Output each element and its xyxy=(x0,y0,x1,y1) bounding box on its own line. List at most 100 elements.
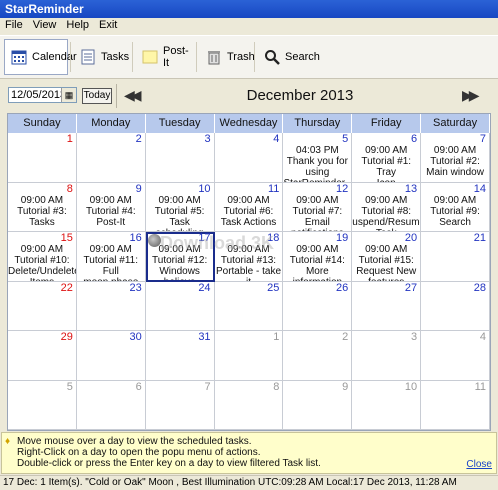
calendar-button[interactable]: Calendar xyxy=(4,39,77,75)
prev-month-icon[interactable]: ◀◀ xyxy=(124,87,141,104)
day-number: 8 xyxy=(66,182,73,195)
task-text: 09:00 AM Tutorial #1: Tray Icon xyxy=(361,145,412,182)
day-cell[interactable]: 8 xyxy=(214,380,284,430)
day-cell[interactable]: 1909:00 AM Tutorial #14: More informatio… xyxy=(283,232,353,282)
day-number: 6 xyxy=(135,380,142,393)
day-cell[interactable]: 26 xyxy=(283,281,353,331)
day-number: 6 xyxy=(411,133,418,145)
menu-exit[interactable]: Exit xyxy=(94,18,122,31)
day-number: 14 xyxy=(473,182,486,195)
day-cell[interactable]: 21 xyxy=(421,232,490,282)
day-header-friday: Friday xyxy=(352,114,422,133)
task-text xyxy=(215,331,283,343)
menu-help[interactable]: Help xyxy=(61,18,94,31)
day-cell[interactable]: 31 xyxy=(145,331,215,381)
tasks-button[interactable]: Tasks xyxy=(74,39,130,75)
next-month-icon[interactable]: ▶▶ xyxy=(462,87,479,104)
day-cell[interactable]: 9 09:00 AM Tutorial #4: Post-It xyxy=(76,182,146,232)
tasks-icon xyxy=(80,49,96,65)
day-cell[interactable]: 1009:00 AM Tutorial #5: Task scheduling xyxy=(145,182,215,232)
day-number: 1 xyxy=(273,331,280,343)
day-cell[interactable]: 30 xyxy=(76,331,146,381)
day-cell[interactable]: 1 xyxy=(214,331,284,381)
day-cell[interactable]: 7 xyxy=(145,380,215,430)
day-cell[interactable]: 1709:00 AM Tutorial #12: Windows believe xyxy=(145,232,215,282)
title-bar: StarReminder xyxy=(0,0,498,18)
trash-label: Trash xyxy=(227,51,255,63)
day-cell[interactable]: 15 09:00 AM Tutorial #10: Delete/Undelete… xyxy=(8,232,77,282)
menu-file[interactable]: File xyxy=(0,18,28,31)
day-cell[interactable]: 8 09:00 AM Tutorial #3: Tasks xyxy=(8,182,77,232)
day-number: 7 xyxy=(204,380,211,393)
month-grid: 1234504:03 PM Thank you for using StarRe… xyxy=(8,133,490,430)
status-bar: 17 Dec: 1 Item(s). "Cold or Oak" Moon , … xyxy=(0,475,498,490)
day-cell[interactable]: 11 xyxy=(421,380,490,430)
day-number: 4 xyxy=(273,133,280,145)
day-cell[interactable]: 504:03 PM Thank you for using StarRemind… xyxy=(283,133,353,183)
day-header-saturday: Saturday xyxy=(421,114,490,133)
day-cell[interactable]: 1309:00 AM Tutorial #8: uspend/Resume Ta… xyxy=(352,182,422,232)
day-cell[interactable]: 1609:00 AM Tutorial #11: Full moon phase… xyxy=(76,232,146,282)
day-cell[interactable]: 2 xyxy=(76,133,146,183)
day-cell[interactable]: 7 09:00 AM Tutorial #2: Main window xyxy=(421,133,490,183)
day-header-thursday: Thursday xyxy=(283,114,353,133)
day-number: 25 xyxy=(267,281,280,294)
day-cell[interactable]: 1 xyxy=(8,133,77,183)
day-cell[interactable]: 4 xyxy=(421,331,490,381)
day-number: 10 xyxy=(198,182,211,195)
day-cell[interactable]: 11 09:00 AM Tutorial #6: Task Actions xyxy=(214,182,284,232)
day-number: 5 xyxy=(342,133,349,145)
day-cell[interactable]: 10 xyxy=(352,380,422,430)
today-button[interactable]: Today xyxy=(82,88,112,104)
day-cell[interactable]: 24 xyxy=(145,281,215,331)
day-header-monday: Monday xyxy=(77,114,146,133)
day-number: 7 xyxy=(479,133,486,145)
day-cell[interactable]: 609:00 AM Tutorial #1: Tray Icon xyxy=(352,133,422,183)
day-cell[interactable]: 23 xyxy=(76,281,146,331)
day-number: 18 xyxy=(267,232,280,244)
day-number: 31 xyxy=(198,331,211,343)
day-cell[interactable]: 25 xyxy=(214,281,284,331)
day-cell[interactable]: 14 09:00 AM Tutorial #9: Search xyxy=(421,182,490,232)
day-cell[interactable]: 3 xyxy=(352,331,422,381)
date-value: 12/05/2013 xyxy=(11,89,67,101)
postit-button[interactable]: Post-It xyxy=(136,39,194,75)
day-cell[interactable]: 5 xyxy=(8,380,77,430)
day-cell[interactable]: 6 xyxy=(76,380,146,430)
day-number: 13 xyxy=(404,182,418,195)
day-cell[interactable]: 1209:00 AM Tutorial #7: Email notificati… xyxy=(283,182,353,232)
date-input[interactable]: 12/05/2013 ▦ xyxy=(8,87,77,103)
nav-bar: 12/05/2013 ▦ Today ◀◀ December 2013 ▶▶ xyxy=(0,80,498,112)
trash-button[interactable]: Trash xyxy=(200,39,255,75)
day-header-wednesday: Wednesday xyxy=(215,114,284,133)
day-number: 17 xyxy=(198,232,211,244)
task-text: 09:00 AM Tutorial #3: Tasks xyxy=(17,194,67,228)
day-number: 22 xyxy=(60,281,73,294)
task-text xyxy=(146,381,214,393)
close-tip-link[interactable]: Close xyxy=(466,459,492,470)
tip-text: Move mouse over a day to view the schedu… xyxy=(17,436,321,469)
day-cell[interactable]: 27 xyxy=(352,281,422,331)
window-title: StarReminder xyxy=(5,2,84,16)
day-number: 3 xyxy=(411,331,418,343)
task-text xyxy=(215,381,283,393)
day-number: 20 xyxy=(404,232,418,244)
date-picker-icon[interactable]: ▦ xyxy=(61,88,76,102)
day-number: 9 xyxy=(342,380,349,393)
search-button[interactable]: Search xyxy=(258,39,320,75)
day-number: 4 xyxy=(479,331,486,343)
day-cell[interactable]: 2 xyxy=(283,331,353,381)
task-text xyxy=(352,331,420,343)
task-text: 04:03 PM Thank you for using StarReminde… xyxy=(283,145,351,182)
day-cell[interactable]: 28 xyxy=(421,281,490,331)
day-cell[interactable]: 22 xyxy=(8,281,77,331)
day-cell[interactable]: 2009:00 AM Tutorial #15: Request New fea… xyxy=(352,232,422,282)
day-number: 24 xyxy=(198,281,211,294)
day-cell[interactable]: 18 09:00 AM Tutorial #13: Portable - take… xyxy=(214,232,284,282)
day-cell[interactable]: 9 xyxy=(283,380,353,430)
day-cell[interactable]: 29 xyxy=(8,331,77,381)
postit-icon xyxy=(142,49,158,65)
day-cell[interactable]: 4 xyxy=(214,133,284,183)
day-cell[interactable]: 3 xyxy=(145,133,215,183)
menu-view[interactable]: View xyxy=(28,18,62,31)
